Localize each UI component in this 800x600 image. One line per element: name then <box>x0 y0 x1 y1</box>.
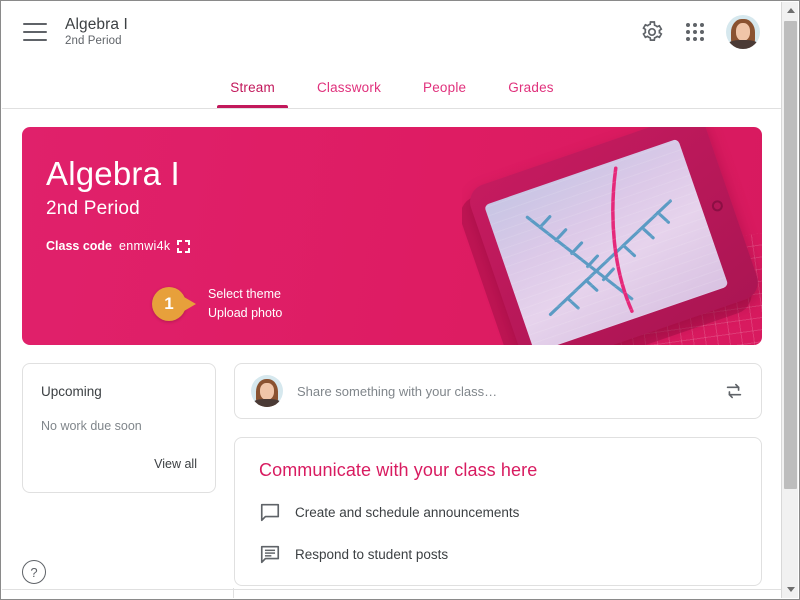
class-code-row: Class code enmwi4k <box>46 239 191 253</box>
banner-illustration <box>462 127 762 345</box>
select-theme-label[interactable]: Select theme <box>208 285 282 304</box>
avatar <box>251 375 283 407</box>
stream-right-column: Share something with your class… Communi… <box>234 363 762 586</box>
create-announcements-label: Create and schedule announcements <box>295 504 520 520</box>
scroll-down-arrow[interactable] <box>782 581 799 598</box>
comment-lines-icon <box>260 545 280 564</box>
tab-grades[interactable]: Grades <box>487 80 574 108</box>
tab-stream[interactable]: Stream <box>209 80 296 108</box>
upload-photo-label[interactable]: Upload photo <box>208 304 282 323</box>
fullscreen-expand-icon[interactable] <box>177 239 191 253</box>
upcoming-card: Upcoming No work due soon View all <box>22 363 216 493</box>
create-announcements-row[interactable]: Create and schedule announcements <box>259 501 737 523</box>
communicate-title: Communicate with your class here <box>259 460 538 480</box>
vertical-scrollbar[interactable] <box>781 2 798 598</box>
apps-grid-icon[interactable] <box>686 22 704 41</box>
tab-classwork[interactable]: Classwork <box>296 80 402 108</box>
class-code-value: enmwi4k <box>119 239 171 253</box>
hamburger-menu-icon[interactable] <box>23 22 47 41</box>
share-post-box[interactable]: Share something with your class… <box>234 363 762 419</box>
tab-bar: Stream Classwork People Grades <box>2 61 782 109</box>
gear-icon[interactable] <box>640 20 664 44</box>
tab-people[interactable]: People <box>402 80 487 108</box>
stream-content: Upcoming No work due soon View all Share… <box>2 345 782 586</box>
page-subtitle: 2nd Period <box>65 34 122 47</box>
banner-text: Algebra I 2nd Period Class code enmwi4k <box>46 154 191 253</box>
view-all-link[interactable]: View all <box>41 457 197 471</box>
footer-divider <box>2 589 782 590</box>
header-actions <box>640 14 782 49</box>
page-title: Algebra I <box>65 15 128 33</box>
callout-labels: Select theme Upload photo <box>208 285 282 323</box>
banner-subtitle: 2nd Period <box>46 198 140 219</box>
share-input[interactable]: Share something with your class… <box>297 384 709 399</box>
upcoming-title: Upcoming <box>41 384 102 399</box>
respond-posts-row[interactable]: Respond to student posts <box>259 543 737 565</box>
hero-wrapper: Algebra I 2nd Period Class code enmwi4k … <box>2 109 782 345</box>
browser-window: Algebra I 2nd Period Stream Classwork Pe… <box>0 0 800 600</box>
header-title-block: Algebra I 2nd Period <box>65 15 128 49</box>
upcoming-empty-text: No work due soon <box>41 419 142 433</box>
banner-title: Algebra I <box>46 155 180 192</box>
reuse-post-icon[interactable] <box>723 380 745 402</box>
theme-callout: 1 Select theme Upload photo <box>152 285 282 323</box>
scrollbar-thumb[interactable] <box>784 21 797 489</box>
speech-bubble-icon <box>260 503 280 522</box>
scroll-up-arrow[interactable] <box>782 2 799 19</box>
class-code-label: Class code <box>46 239 113 253</box>
classroom-page: Algebra I 2nd Period Stream Classwork Pe… <box>2 2 782 598</box>
respond-posts-label: Respond to student posts <box>295 546 449 562</box>
class-banner[interactable]: Algebra I 2nd Period Class code enmwi4k … <box>22 127 762 345</box>
graph-illustration <box>525 166 672 316</box>
avatar[interactable] <box>726 14 760 49</box>
help-question-icon[interactable]: ? <box>22 560 46 584</box>
app-header: Algebra I 2nd Period <box>2 2 782 61</box>
communicate-card: Communicate with your class here Create … <box>234 437 762 586</box>
callout-badge-1: 1 <box>152 287 196 321</box>
